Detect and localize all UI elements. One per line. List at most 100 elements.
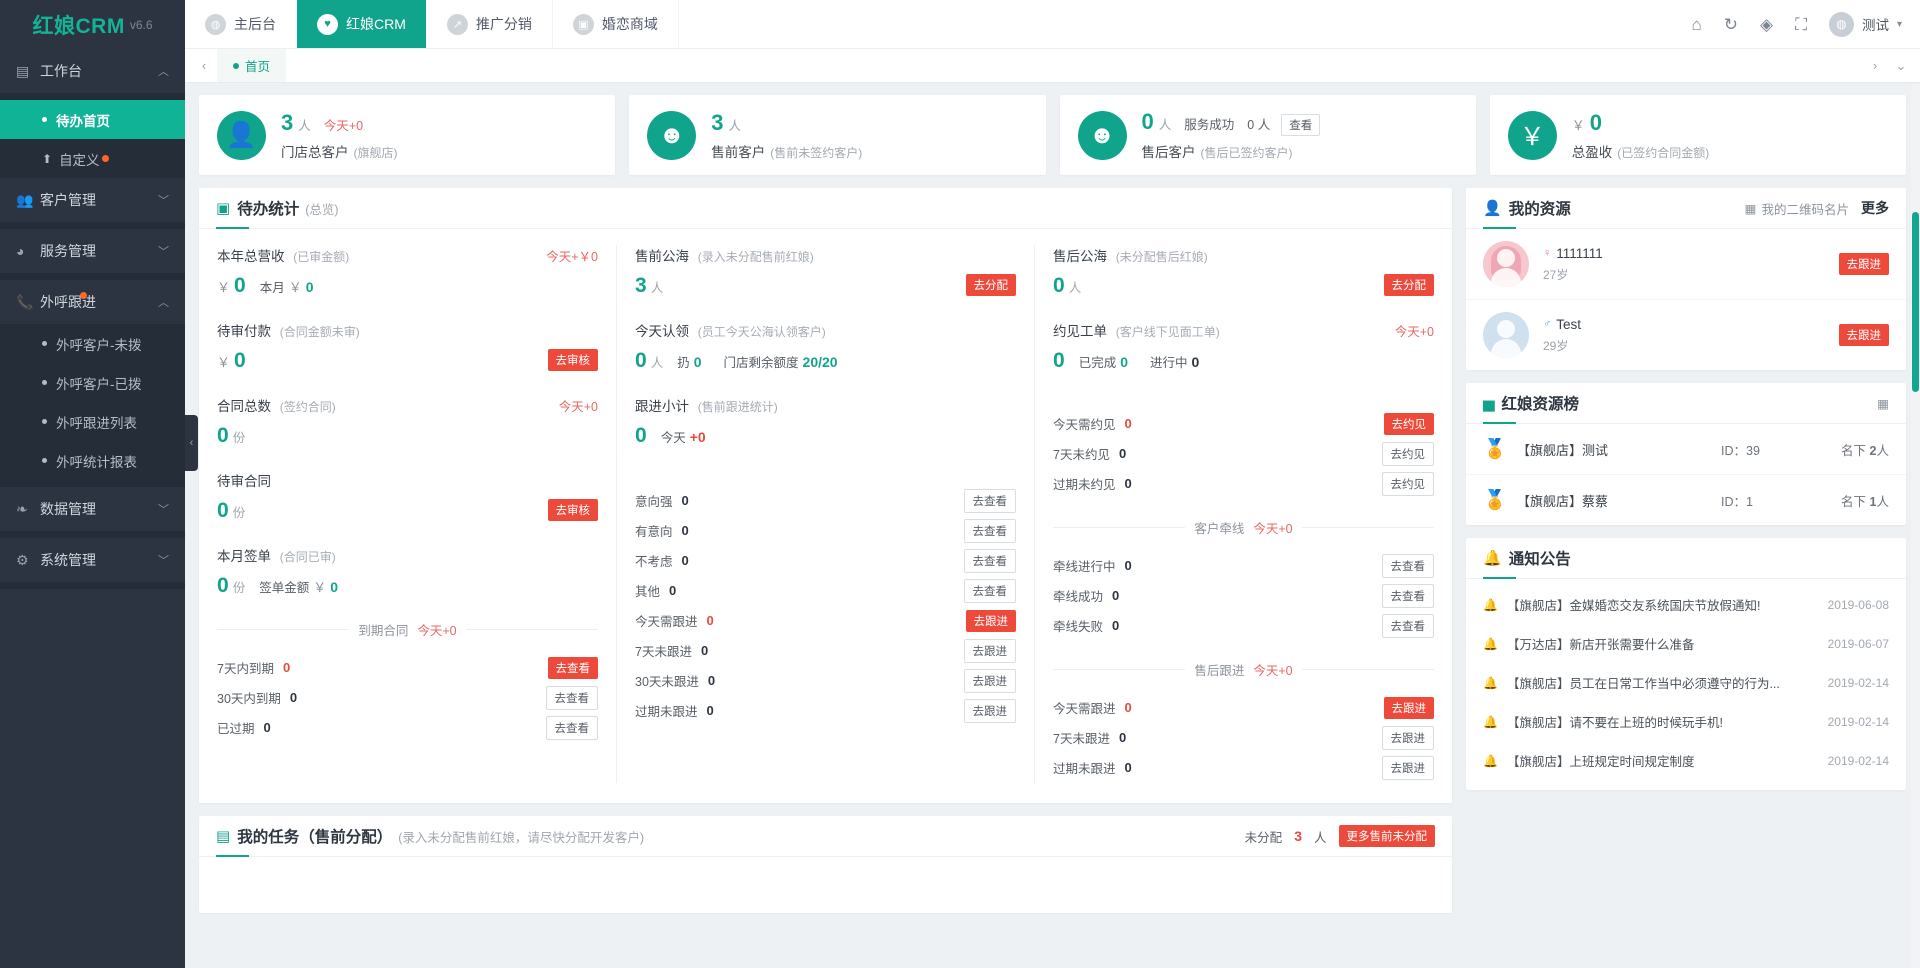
tab-promotion[interactable]: ↗ 推广分销 [427, 0, 553, 48]
more-unassigned-button[interactable]: 更多售前未分配 [1339, 825, 1436, 847]
tab-marriage-mall[interactable]: ▣ 婚恋商域 [553, 0, 679, 48]
row-value: 0 [701, 643, 708, 658]
go-follow-button[interactable]: 去跟进 [1839, 253, 1890, 275]
list-item: 7天未约见 0 去约见 [1053, 439, 1434, 468]
kpi-card-aftersale-customers[interactable]: ☻ 0 人 服务成功 0 人 查看 售后客户 (售后已签约客户) [1060, 95, 1476, 175]
content-bottom-spacer [199, 926, 1906, 946]
kpi-card-total-revenue[interactable]: ￥ ￥ 0 总盈收 (已签约合同金额) [1490, 95, 1906, 175]
content-scroll-area[interactable]: 👤 3 人 今天+0 门店总客户 (旗舰店) ☻ [185, 83, 1920, 968]
go-follow-button[interactable]: 去跟进 [964, 669, 1017, 693]
kpi-card-store-total-customers[interactable]: 👤 3 人 今天+0 门店总客户 (旗舰店) [199, 95, 615, 175]
go-follow-button[interactable]: 去跟进 [964, 639, 1017, 663]
list-item[interactable]: 🔔 【万达店】新店开张需要什么准备 2019-06-07 [1466, 624, 1906, 663]
resource-info: ♂ Test 29岁 [1543, 317, 1825, 354]
stats-grid: 本年总营收 (已审金额) 今天+￥0 ￥ 0 本月 ￥ [199, 229, 1452, 803]
sidebar-group-service[interactable]: ◕ 服务管理 ﹀ [0, 229, 185, 273]
sidebar-group-workbench[interactable]: ▤ 工作台 ︿ [0, 49, 185, 93]
theme-icon[interactable]: ◈ [1760, 16, 1773, 33]
go-assign-button[interactable]: 去分配 [1384, 274, 1435, 296]
user-circle-icon: ◍ [205, 14, 226, 35]
stat-title-row: 售后公海 (未分配售后红娘) [1053, 245, 1434, 265]
scrollbar-track[interactable] [1911, 84, 1920, 968]
stat-pending-contract: 待审合同 0 份 去审核 [217, 470, 598, 523]
go-appointment-button[interactable]: 去约见 [1384, 413, 1435, 435]
go-view-button[interactable]: 去查看 [1382, 614, 1435, 638]
sidebar-group-outbound[interactable]: 📞 外呼跟进 ︿ [0, 280, 185, 324]
brand-logo[interactable]: 红娘CRM v6.6 [0, 0, 185, 49]
list-item: 今天需跟进 0 去跟进 [1053, 693, 1434, 722]
table-row[interactable]: 🏅 【旗舰店】蔡蔡 ID：1 名下 1人 [1466, 475, 1906, 525]
sidebar-item-outbound-uncalled[interactable]: 外呼客户-未拨 [0, 324, 185, 363]
view-button[interactable]: 查看 [1281, 114, 1320, 136]
scrollbar-thumb[interactable] [1912, 212, 1919, 392]
go-view-button[interactable]: 去查看 [964, 519, 1017, 543]
list-item: 30天内到期 0 去查看 [217, 683, 598, 712]
go-view-button[interactable]: 去查看 [546, 716, 599, 740]
sidebar-group-system[interactable]: ⚙ 系统管理 ﹀ [0, 538, 185, 582]
sidebar-item-todo-home[interactable]: 待办首页 [0, 100, 185, 139]
list-item: 今天需约见 0 去约见 [1053, 409, 1434, 438]
tabs-scroll-left-icon[interactable]: ‹ [191, 58, 217, 73]
users-icon: 👥 [16, 192, 36, 209]
fullscreen-icon[interactable]: ⛶ [1795, 16, 1807, 33]
tab-hongniang-crm[interactable]: ♥ 红娘CRM [297, 0, 427, 48]
kpi-line-value: ￥ 0 [1572, 110, 1710, 136]
bullet-icon [42, 380, 47, 385]
list-item[interactable]: 🔔 【旗舰店】请不要在上班的时候玩手机! 2019-02-14 [1466, 702, 1906, 741]
sidebar-item-outbound-called[interactable]: 外呼客户-已拨 [0, 363, 185, 402]
go-follow-button[interactable]: 去跟进 [966, 610, 1017, 632]
go-view-button[interactable]: 去查看 [548, 657, 599, 679]
go-follow-button[interactable]: 去跟进 [964, 699, 1017, 723]
qrcode-icon[interactable]: ▦ [1877, 396, 1889, 411]
list-item[interactable]: ♂ Test 29岁 去跟进 [1466, 300, 1906, 370]
topbar-actions: ⌂ ↻ ◈ ⛶ ◍ 测试 ▾ [1691, 0, 1920, 48]
go-audit-button[interactable]: 去审核 [548, 349, 599, 371]
notice-text: 【旗舰店】员工在日常工作当中必须遵守的行为... [1507, 673, 1819, 692]
kpi-card-presale-customers[interactable]: ☻ 3 人 售前客户 (售前未签约客户) [629, 95, 1045, 175]
sidebar-group-label: 外呼跟进 [40, 292, 158, 312]
panel-title: 红娘资源榜 [1502, 392, 1580, 414]
sidebar-item-custom[interactable]: ⬆ 自定义 [0, 139, 185, 178]
list-item[interactable]: ♀ 1111111 27岁 去跟进 [1466, 229, 1906, 300]
page-tab-home[interactable]: 首页 [217, 49, 286, 82]
tabs-more-icon[interactable]: ⌄ [1888, 58, 1914, 74]
divider-line [1302, 527, 1434, 528]
tabs-scroll-right-icon[interactable]: › [1862, 58, 1888, 73]
stat-inline-value: 0 [694, 354, 702, 370]
go-view-button[interactable]: 去查看 [964, 579, 1017, 603]
list-item[interactable]: 🔔 【旗舰店】员工在日常工作当中必须遵守的行为... 2019-02-14 [1466, 663, 1906, 702]
go-follow-button[interactable]: 去跟进 [1839, 324, 1890, 346]
sidebar-collapse-handle[interactable]: ‹ [185, 415, 198, 471]
more-link[interactable]: 更多 [1861, 198, 1889, 218]
refresh-icon[interactable]: ↻ [1724, 16, 1738, 33]
go-follow-button[interactable]: 去跟进 [1384, 697, 1435, 719]
sidebar-group-customer[interactable]: 👥 客户管理 ﹀ [0, 178, 185, 222]
gear-icon: ⚙ [16, 552, 36, 569]
stat-note: (未分配售后红娘) [1116, 250, 1208, 264]
go-view-button[interactable]: 去查看 [1382, 554, 1435, 578]
go-appointment-button[interactable]: 去约见 [1382, 472, 1435, 496]
go-view-button[interactable]: 去查看 [964, 549, 1017, 573]
list-item[interactable]: 🔔 【旗舰店】上班规定时间规定制度 2019-02-14 [1466, 741, 1906, 780]
sidebar-item-outbound-followlist[interactable]: 外呼跟进列表 [0, 402, 185, 441]
go-view-button[interactable]: 去查看 [964, 489, 1017, 513]
user-menu[interactable]: ◍ 测试 ▾ [1829, 12, 1902, 37]
go-follow-button[interactable]: 去跟进 [1382, 726, 1435, 750]
chevron-down-icon: ﹀ [158, 243, 169, 259]
my-qrcode-link[interactable]: ▦ 我的二维码名片 [1745, 199, 1849, 218]
go-view-button[interactable]: 去查看 [1382, 584, 1435, 608]
list-item[interactable]: 🔔 【旗舰店】金媒婚恋交友系统国庆节放假通知! 2019-06-08 [1466, 585, 1906, 624]
go-view-button[interactable]: 去查看 [546, 686, 599, 710]
go-assign-button[interactable]: 去分配 [966, 274, 1017, 296]
tab-main-backend[interactable]: ◍ 主后台 [185, 0, 297, 48]
go-follow-button[interactable]: 去跟进 [1382, 756, 1435, 780]
go-appointment-button[interactable]: 去约见 [1382, 442, 1435, 466]
go-audit-button[interactable]: 去审核 [548, 499, 599, 521]
rank-count: 名下 1人 [1813, 491, 1889, 510]
table-row[interactable]: 🏅 【旗舰店】测试 ID：39 名下 2人 [1466, 424, 1906, 475]
sidebar-item-outbound-report[interactable]: 外呼统计报表 [0, 441, 185, 480]
currency-symbol: ￥ [1572, 115, 1585, 134]
sidebar-group-data[interactable]: ❧ 数据管理 ﹀ [0, 487, 185, 531]
matchmaker-rank-panel: ▅ 红娘资源榜 ▦ 🏅 【旗舰店】测试 ID：39 名下 2人 [1466, 383, 1906, 525]
home-icon[interactable]: ⌂ [1691, 16, 1701, 33]
